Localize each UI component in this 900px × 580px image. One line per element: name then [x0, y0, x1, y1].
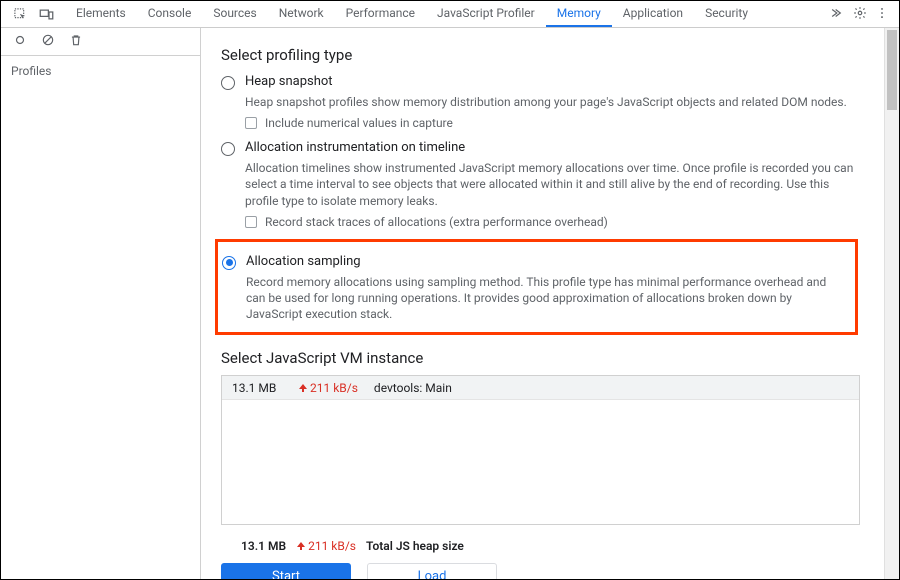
- option-allocation-sampling[interactable]: Allocation sampling: [222, 254, 847, 270]
- vm-footer: 13.1 MB 211 kB/s Total JS heap size: [241, 539, 860, 553]
- allocation-sampling-label: Allocation sampling: [246, 254, 361, 269]
- option-heap-snapshot[interactable]: Heap snapshot: [221, 74, 860, 90]
- heap-snapshot-label: Heap snapshot: [245, 74, 333, 89]
- vertical-scrollbar[interactable]: [884, 28, 899, 579]
- tab-console[interactable]: Console: [137, 1, 203, 27]
- top-tabstrip: Elements Console Sources Network Perform…: [1, 1, 899, 28]
- record-stacks-label: Record stack traces of allocations (extr…: [265, 215, 608, 229]
- arrow-up-icon: [298, 383, 308, 393]
- panel-tabs: Elements Console Sources Network Perform…: [65, 1, 759, 27]
- action-buttons: Start Load: [221, 563, 860, 579]
- tab-memory[interactable]: Memory: [546, 1, 612, 27]
- arrow-up-icon: [296, 541, 306, 551]
- checkbox-record-stacks[interactable]: [245, 216, 257, 228]
- settings-gear-icon[interactable]: [853, 6, 867, 23]
- footer-total-label: Total JS heap size: [366, 539, 464, 553]
- heap-snapshot-desc: Heap snapshot profiles show memory distr…: [245, 94, 860, 110]
- vm-instance-list: 13.1 MB 211 kB/s devtools: Main: [221, 375, 860, 525]
- option-allocation-timeline[interactable]: Allocation instrumentation on timeline: [221, 140, 860, 156]
- select-vm-heading: Select JavaScript VM instance: [221, 349, 860, 367]
- sidebar-profiles-heading: Profiles: [1, 56, 200, 86]
- sidebar-toolbar: [1, 28, 200, 56]
- delete-icon[interactable]: [69, 33, 83, 50]
- record-icon[interactable]: [13, 33, 27, 50]
- clear-icon[interactable]: [41, 33, 55, 50]
- memory-sidebar: Profiles: [1, 28, 201, 579]
- load-button[interactable]: Load: [367, 563, 497, 579]
- inspect-icon[interactable]: [7, 1, 33, 27]
- heap-include-numerical[interactable]: Include numerical values in capture: [245, 116, 860, 130]
- vm-rate-value: 211 kB/s: [310, 381, 358, 395]
- vm-instance-name: devtools: Main: [374, 381, 452, 395]
- panel-body: Profiles Select profiling type Heap snap…: [1, 28, 899, 579]
- footer-rate-value: 211 kB/s: [308, 539, 356, 553]
- start-button[interactable]: Start: [221, 563, 351, 579]
- checkbox-include-numerical[interactable]: [245, 117, 257, 129]
- vm-memory-size: 13.1 MB: [232, 381, 288, 395]
- kebab-menu-icon[interactable]: [875, 6, 889, 23]
- radio-allocation-sampling[interactable]: [222, 256, 236, 270]
- more-tabs-icon[interactable]: [831, 6, 845, 23]
- allocation-timeline-label: Allocation instrumentation on timeline: [245, 140, 465, 155]
- tab-javascript-profiler[interactable]: JavaScript Profiler: [426, 1, 546, 27]
- tab-security[interactable]: Security: [694, 1, 759, 27]
- vm-instance-row[interactable]: 13.1 MB 211 kB/s devtools: Main: [222, 376, 859, 400]
- tab-application[interactable]: Application: [612, 1, 694, 27]
- timeline-record-stacks[interactable]: Record stack traces of allocations (extr…: [245, 215, 860, 229]
- tab-elements[interactable]: Elements: [65, 1, 137, 27]
- vm-memory-rate: 211 kB/s: [298, 381, 358, 395]
- allocation-sampling-highlight: Allocation sampling Record memory alloca…: [215, 239, 858, 336]
- footer-memory-rate: 211 kB/s: [296, 539, 356, 553]
- radio-heap-snapshot[interactable]: [221, 76, 235, 90]
- include-numerical-label: Include numerical values in capture: [265, 116, 453, 130]
- allocation-sampling-desc: Record memory allocations using sampling…: [246, 274, 847, 323]
- scrollbar-thumb[interactable]: [887, 30, 897, 110]
- tab-performance[interactable]: Performance: [335, 1, 426, 27]
- tabstrip-right: [831, 1, 899, 27]
- devtools-window: Elements Console Sources Network Perform…: [0, 0, 900, 580]
- radio-allocation-timeline[interactable]: [221, 142, 235, 156]
- main-scroll: Select profiling type Heap snapshot Heap…: [201, 28, 884, 579]
- select-profiling-type-heading: Select profiling type: [221, 46, 860, 64]
- tab-sources[interactable]: Sources: [202, 1, 267, 27]
- tab-network[interactable]: Network: [268, 1, 335, 27]
- footer-memory-size: 13.1 MB: [241, 539, 286, 553]
- memory-main: Select profiling type Heap snapshot Heap…: [201, 28, 899, 579]
- allocation-timeline-desc: Allocation timelines show instrumented J…: [245, 160, 860, 209]
- device-toggle-icon[interactable]: [33, 1, 59, 27]
